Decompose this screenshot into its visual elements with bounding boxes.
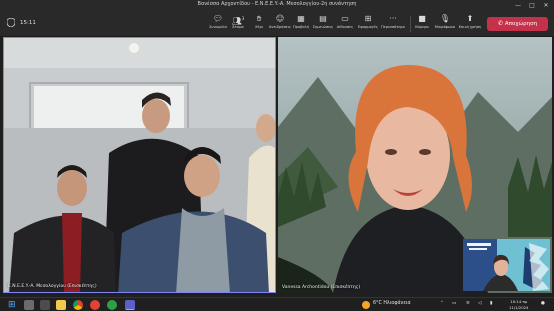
participants-count: 3 xyxy=(241,16,245,21)
self-view-pip[interactable] xyxy=(463,239,550,291)
weather-text[interactable]: 6°C Ηλιοφάνεια xyxy=(373,301,411,306)
window-title: Βανέσσα Αρχοντίδου - E.N.E.E.Y.-A. Μεσολ… xyxy=(197,1,357,7)
apps-button[interactable]: ⊞ Εφαρμογές xyxy=(355,13,381,35)
windows-start-icon[interactable]: ⊞ xyxy=(8,300,18,310)
maximize-button[interactable]: □ xyxy=(525,0,539,11)
clock-time: 10:14 πμ xyxy=(510,299,528,304)
title-bar: Βανέσσα Αρχοντίδου - E.N.E.E.Y.-A. Μεσολ… xyxy=(0,0,554,11)
meeting-toolbar: 15:11 💬︎ Συνομιλία 👥︎3 Άτομα ✋︎ Χέρι ☺ Α… xyxy=(0,11,554,37)
volume-icon[interactable]: ◁ xyxy=(478,301,481,306)
share-button[interactable]: ⬆ Κοινή χρήση xyxy=(457,13,483,35)
phone-hangup-icon: ✆ xyxy=(497,20,503,27)
teams-taskbar-icon[interactable] xyxy=(125,300,135,310)
keyboard-icon[interactable]: ▭ xyxy=(452,301,456,306)
microphone-button[interactable]: 🎙︎ Μικρόφωνο xyxy=(432,13,458,35)
participant-video-classroom[interactable]: E.N.E.E.Y.-A. Μεσολογγίου (Επισκέπτης) xyxy=(3,37,276,293)
sun-weather-icon xyxy=(362,301,370,309)
wifi-icon[interactable]: ≋ xyxy=(466,301,470,306)
taskbar-clock[interactable]: 10:14 πμ 11/1/2024 xyxy=(509,299,528,310)
microphone-icon: 🎙︎ xyxy=(439,14,451,23)
search-taskbar-icon[interactable] xyxy=(24,300,34,310)
clock-date: 11/1/2024 xyxy=(509,304,529,310)
notification-bell-icon[interactable]: ● xyxy=(541,301,545,306)
battery-icon[interactable]: ▮ xyxy=(490,301,492,306)
windows-taskbar: ⊞ 6°C Ηλιοφάνεια ⌃ ▭ ≋ ◁ ▮ 10:14 πμ 11/1… xyxy=(0,297,554,311)
close-button[interactable]: ✕ xyxy=(539,0,553,11)
minimize-button[interactable]: — xyxy=(511,0,525,11)
share-icon: ⬆ xyxy=(466,14,474,23)
more-icon: ··· xyxy=(389,14,397,23)
app-green-icon[interactable] xyxy=(107,300,117,310)
meeting-stage: E.N.E.E.Y.-A. Μεσολογγίου (Επισκέπτης) V… xyxy=(0,37,554,297)
self-view-frame xyxy=(463,239,550,291)
task-view-icon[interactable] xyxy=(40,300,50,310)
chevron-up-icon[interactable]: ⌃ xyxy=(440,301,444,306)
app-red-icon[interactable] xyxy=(90,300,100,310)
teams-window: Βανέσσα Αρχοντίδου - E.N.E.E.Y.-A. Μεσολ… xyxy=(0,0,554,297)
apps-icon: ⊞ xyxy=(364,14,372,23)
shield-icon xyxy=(7,18,15,27)
meeting-timer: 15:11 xyxy=(20,20,36,26)
participant-name-vanessa: Vanessa Archontidou (Επισκέπτης) xyxy=(282,285,361,290)
more-button[interactable]: ··· Περισσότερα xyxy=(380,13,406,35)
file-explorer-icon[interactable] xyxy=(56,300,66,310)
chrome-icon[interactable] xyxy=(73,300,83,310)
participant-name-classroom: E.N.E.E.Y.-A. Μεσολογγίου (Επισκέπτης) xyxy=(8,284,97,289)
leave-button[interactable]: ✆ Αποχώρηση xyxy=(487,17,548,31)
classroom-video-frame xyxy=(4,38,275,292)
participant-video-vanessa[interactable]: Vanessa Archontidou (Επισκέπτης) xyxy=(278,37,552,293)
